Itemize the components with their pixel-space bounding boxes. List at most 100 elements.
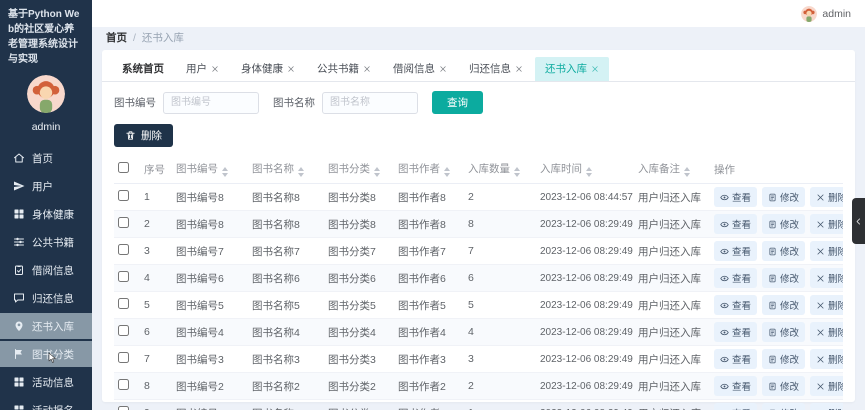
sort-icon[interactable] <box>514 167 520 177</box>
row-checkbox[interactable] <box>118 190 129 201</box>
row-action-eye-button[interactable]: 查看 <box>714 241 758 261</box>
row-action-eye-button[interactable]: 查看 <box>714 187 758 207</box>
app-title: 基于Python Web的社区爱心养老管理系统设计与实现 <box>8 9 80 65</box>
table-cell: 图书编号5 <box>172 291 248 319</box>
row-action-label: 查看 <box>732 301 752 312</box>
table-cell: 图书编号1 <box>172 399 248 410</box>
row-checkbox[interactable] <box>118 325 129 336</box>
row-actions-cell: 查看 修改 删除 <box>710 237 843 265</box>
row-action-label: 删除 <box>828 382 843 393</box>
row-action-edit-button[interactable]: 修改 <box>762 268 806 288</box>
table-cell: 图书名称8 <box>248 183 324 211</box>
row-action-edit-button[interactable]: 修改 <box>762 322 806 342</box>
row-action-label: 删除 <box>828 247 843 258</box>
row-action-close-button[interactable]: 删除 <box>810 322 843 342</box>
sidebar-item-send[interactable]: 用户 <box>0 173 92 199</box>
breadcrumb-home[interactable]: 首页 <box>106 30 127 45</box>
tab-item[interactable]: 系统首页 <box>112 57 174 81</box>
row-action-close-button[interactable]: 删除 <box>810 295 843 315</box>
select-all-checkbox[interactable] <box>118 162 129 173</box>
row-checkbox[interactable] <box>118 379 129 390</box>
pin-icon <box>13 320 25 332</box>
topbar-user-menu[interactable]: admin <box>801 5 851 22</box>
row-action-eye-button[interactable]: 查看 <box>714 349 758 369</box>
row-action-close-button[interactable]: 删除 <box>810 403 843 410</box>
column-label: 入库时间 <box>540 163 582 175</box>
row-action-label: 修改 <box>780 274 800 285</box>
sidebar-item-clipboard[interactable]: 借阅信息 <box>0 257 92 283</box>
tab-item[interactable]: 用户 <box>176 57 229 81</box>
sidebar-item-label: 还书入库 <box>32 320 74 333</box>
row-checkbox[interactable] <box>118 298 129 309</box>
tab-close-icon[interactable] <box>591 65 599 73</box>
tab-close-icon[interactable] <box>211 65 219 73</box>
sort-icon[interactable] <box>374 167 380 177</box>
row-action-edit-button[interactable]: 修改 <box>762 403 806 410</box>
column-header: 图书编号 <box>172 155 248 184</box>
row-action-eye-button[interactable]: 查看 <box>714 403 758 410</box>
tab-item[interactable]: 身体健康 <box>231 57 305 81</box>
column-label: 图书编号 <box>176 163 218 175</box>
sort-icon[interactable] <box>586 167 592 177</box>
row-action-close-button[interactable]: 删除 <box>810 214 843 234</box>
search-button[interactable]: 查询 <box>432 91 483 114</box>
edit-icon <box>768 355 777 364</box>
sidebar-item-pin[interactable]: 还书入库 <box>0 313 92 339</box>
sort-icon[interactable] <box>684 167 690 177</box>
row-action-eye-button[interactable]: 查看 <box>714 376 758 396</box>
row-action-close-button[interactable]: 删除 <box>810 241 843 261</box>
tab-item[interactable]: 还书入库 <box>535 57 609 81</box>
row-checkbox[interactable] <box>118 244 129 255</box>
book-no-input[interactable] <box>163 91 259 114</box>
row-action-label: 修改 <box>780 193 800 204</box>
tab-item[interactable]: 公共书籍 <box>307 57 381 81</box>
collapse-toggle[interactable] <box>852 198 865 244</box>
row-actions-cell: 查看 修改 删除 <box>710 264 843 292</box>
row-action-eye-button[interactable]: 查看 <box>714 268 758 288</box>
column-header: 图书作者 <box>394 155 464 184</box>
tab-item[interactable]: 归还信息 <box>459 57 533 81</box>
tab-close-icon[interactable] <box>439 65 447 73</box>
row-action-label: 查看 <box>732 220 752 231</box>
sort-icon[interactable] <box>298 167 304 177</box>
row-action-edit-button[interactable]: 修改 <box>762 187 806 207</box>
row-action-close-button[interactable]: 删除 <box>810 268 843 288</box>
tab-item[interactable]: 借阅信息 <box>383 57 457 81</box>
table-cell: 2023-12-06 08:44:57 <box>536 183 634 211</box>
sidebar-item-grid[interactable]: 活动报名 <box>0 397 92 410</box>
row-checkbox[interactable] <box>118 352 129 363</box>
row-action-eye-button[interactable]: 查看 <box>714 214 758 234</box>
sort-icon[interactable] <box>444 167 450 177</box>
edit-icon <box>768 247 777 256</box>
bulk-delete-button[interactable]: 删除 <box>114 124 173 147</box>
sidebar-item-grid[interactable]: 活动信息 <box>0 369 92 395</box>
sidebar-item-flag[interactable]: 图书分类 <box>0 341 92 367</box>
row-action-close-button[interactable]: 删除 <box>810 349 843 369</box>
book-name-input[interactable] <box>322 91 418 114</box>
row-action-eye-button[interactable]: 查看 <box>714 322 758 342</box>
row-action-edit-button[interactable]: 修改 <box>762 214 806 234</box>
row-action-edit-button[interactable]: 修改 <box>762 376 806 396</box>
sidebar-item-message[interactable]: 归还信息 <box>0 285 92 311</box>
row-action-edit-button[interactable]: 修改 <box>762 295 806 315</box>
sort-icon[interactable] <box>222 167 228 177</box>
row-checkbox[interactable] <box>118 271 129 282</box>
row-action-edit-button[interactable]: 修改 <box>762 241 806 261</box>
row-action-edit-button[interactable]: 修改 <box>762 349 806 369</box>
row-select-cell <box>114 264 140 292</box>
sidebar-item-sliders[interactable]: 公共书籍 <box>0 229 92 255</box>
row-action-eye-button[interactable]: 查看 <box>714 295 758 315</box>
row-action-close-button[interactable]: 删除 <box>810 187 843 207</box>
table-cell: 2023-12-06 08:29:49 <box>536 291 634 319</box>
row-action-close-button[interactable]: 删除 <box>810 376 843 396</box>
tab-close-icon[interactable] <box>515 65 523 73</box>
row-checkbox[interactable] <box>118 217 129 228</box>
table-cell: 2 <box>464 183 536 211</box>
row-actions-cell: 查看 修改 删除 <box>710 291 843 319</box>
row-select-cell <box>114 345 140 373</box>
row-checkbox[interactable] <box>118 406 129 410</box>
sidebar-item-home[interactable]: 首页 <box>0 145 92 171</box>
tab-close-icon[interactable] <box>287 65 295 73</box>
sidebar-item-grid[interactable]: 身体健康 <box>0 201 92 227</box>
tab-close-icon[interactable] <box>363 65 371 73</box>
